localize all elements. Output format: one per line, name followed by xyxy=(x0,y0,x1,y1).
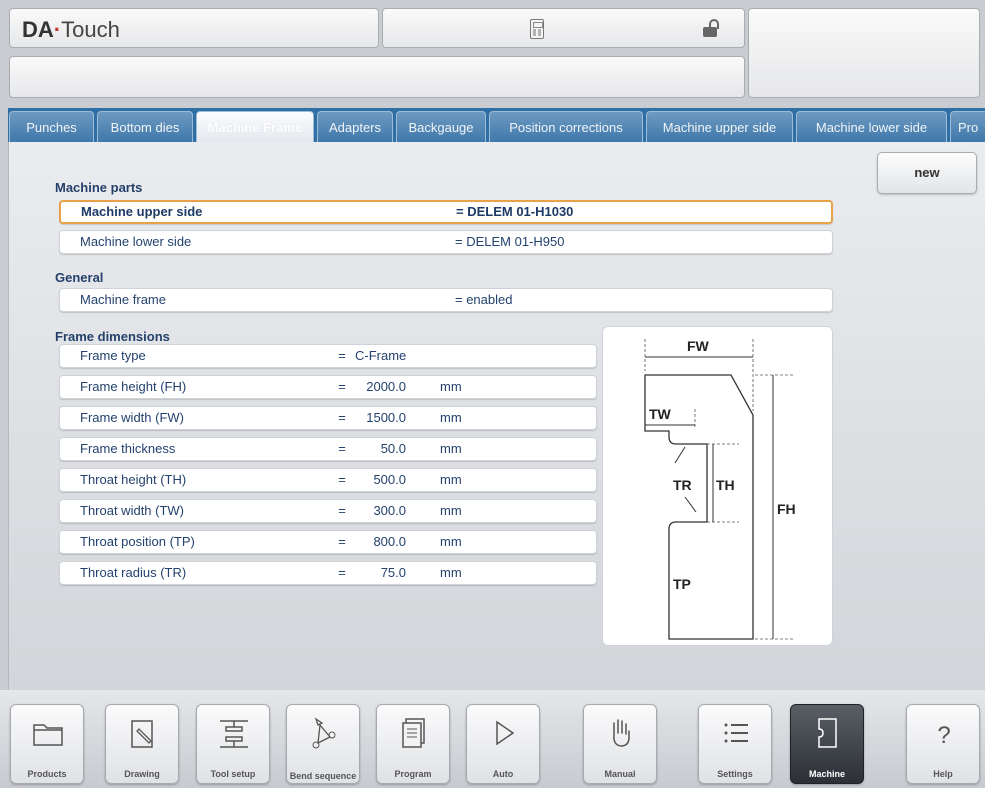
row-throat-width[interactable]: Throat width (TW) = 300.0 mm xyxy=(59,499,597,523)
row-frame-thickness[interactable]: Frame thickness = 50.0 mm xyxy=(59,437,597,461)
tab-adapters[interactable]: Adapters xyxy=(317,111,393,142)
row-frame-height[interactable]: Frame height (FH) = 2000.0 mm xyxy=(59,375,597,399)
drawing-button[interactable]: Drawing xyxy=(105,704,179,784)
new-button[interactable]: new xyxy=(877,152,977,194)
tab-bottom-dies[interactable]: Bottom dies xyxy=(97,111,193,142)
program-button[interactable]: Program xyxy=(376,704,450,784)
app-logo: DA·Touch xyxy=(22,17,120,42)
help-icon: ? xyxy=(937,722,950,749)
logo-bar: DA·Touch xyxy=(9,8,379,48)
c-frame-diagram: FW TW TR TH FH TP xyxy=(602,326,833,646)
tool-setup-icon xyxy=(220,720,248,748)
bottom-toolbar: Products Drawing Tool setup Bend sequenc… xyxy=(0,690,985,788)
tab-machine-upper-side[interactable]: Machine upper side xyxy=(646,111,793,142)
section-frame-dimensions: Frame dimensions xyxy=(55,329,170,344)
unlocked-padlock-icon[interactable] xyxy=(703,19,719,37)
machine-icon xyxy=(818,718,837,748)
th-label: TH xyxy=(716,477,735,493)
row-machine-upper-side[interactable]: Machine upper side = DELEM 01-H1030 xyxy=(59,200,833,224)
row-machine-frame[interactable]: Machine frame = enabled xyxy=(59,288,833,312)
tool-setup-button[interactable]: Tool setup xyxy=(196,704,270,784)
tab-bar: Punches Bottom dies Machine Frame Adapte… xyxy=(8,108,985,142)
message-bar xyxy=(9,56,745,98)
row-throat-height[interactable]: Throat height (TH) = 500.0 mm xyxy=(59,468,597,492)
main-panel: new Machine parts Machine upper side = D… xyxy=(8,142,985,690)
calculator-icon[interactable] xyxy=(530,19,544,39)
hand-icon xyxy=(613,719,630,747)
tab-punches[interactable]: Punches xyxy=(9,111,94,142)
tab-machine-frame[interactable]: Machine Frame xyxy=(196,111,314,142)
tw-label: TW xyxy=(649,406,672,422)
row-machine-lower-side[interactable]: Machine lower side = DELEM 01-H950 xyxy=(59,230,833,254)
row-throat-position[interactable]: Throat position (TP) = 800.0 mm xyxy=(59,530,597,554)
tp-label: TP xyxy=(673,576,691,592)
row-frame-width[interactable]: Frame width (FW) = 1500.0 mm xyxy=(59,406,597,430)
status-bar xyxy=(382,8,745,48)
products-button[interactable]: Products xyxy=(10,704,84,784)
folder-icon xyxy=(33,724,63,746)
tab-overflow[interactable]: Pro xyxy=(950,111,985,142)
bend-sequence-button[interactable]: Bend sequence xyxy=(286,704,360,784)
fh-label: FH xyxy=(777,501,796,517)
program-pages-icon xyxy=(402,718,425,748)
section-general: General xyxy=(55,270,104,285)
tab-position-corrections[interactable]: Position corrections xyxy=(489,111,643,142)
c-frame-drawing: FW TW TR TH FH TP xyxy=(644,338,796,640)
manual-button[interactable]: Manual xyxy=(583,704,657,784)
tr-label: TR xyxy=(673,477,692,493)
settings-button[interactable]: Settings xyxy=(698,704,772,784)
bend-sequence-icon xyxy=(312,717,336,749)
machine-button[interactable]: Machine xyxy=(790,704,864,784)
info-panel xyxy=(748,8,980,98)
tab-machine-lower-side[interactable]: Machine lower side xyxy=(796,111,947,142)
list-settings-icon xyxy=(724,723,748,743)
row-frame-type[interactable]: Frame type = C-Frame xyxy=(59,344,597,368)
row-throat-radius[interactable]: Throat radius (TR) = 75.0 mm xyxy=(59,561,597,585)
fw-label: FW xyxy=(687,338,710,354)
auto-button[interactable]: Auto xyxy=(466,704,540,784)
tab-backgauge[interactable]: Backgauge xyxy=(396,111,486,142)
play-icon xyxy=(496,720,515,746)
section-machine-parts: Machine parts xyxy=(55,180,143,195)
pencil-document-icon xyxy=(131,720,153,748)
help-button[interactable]: ? Help xyxy=(906,704,980,784)
svg-text:?: ? xyxy=(937,722,950,749)
